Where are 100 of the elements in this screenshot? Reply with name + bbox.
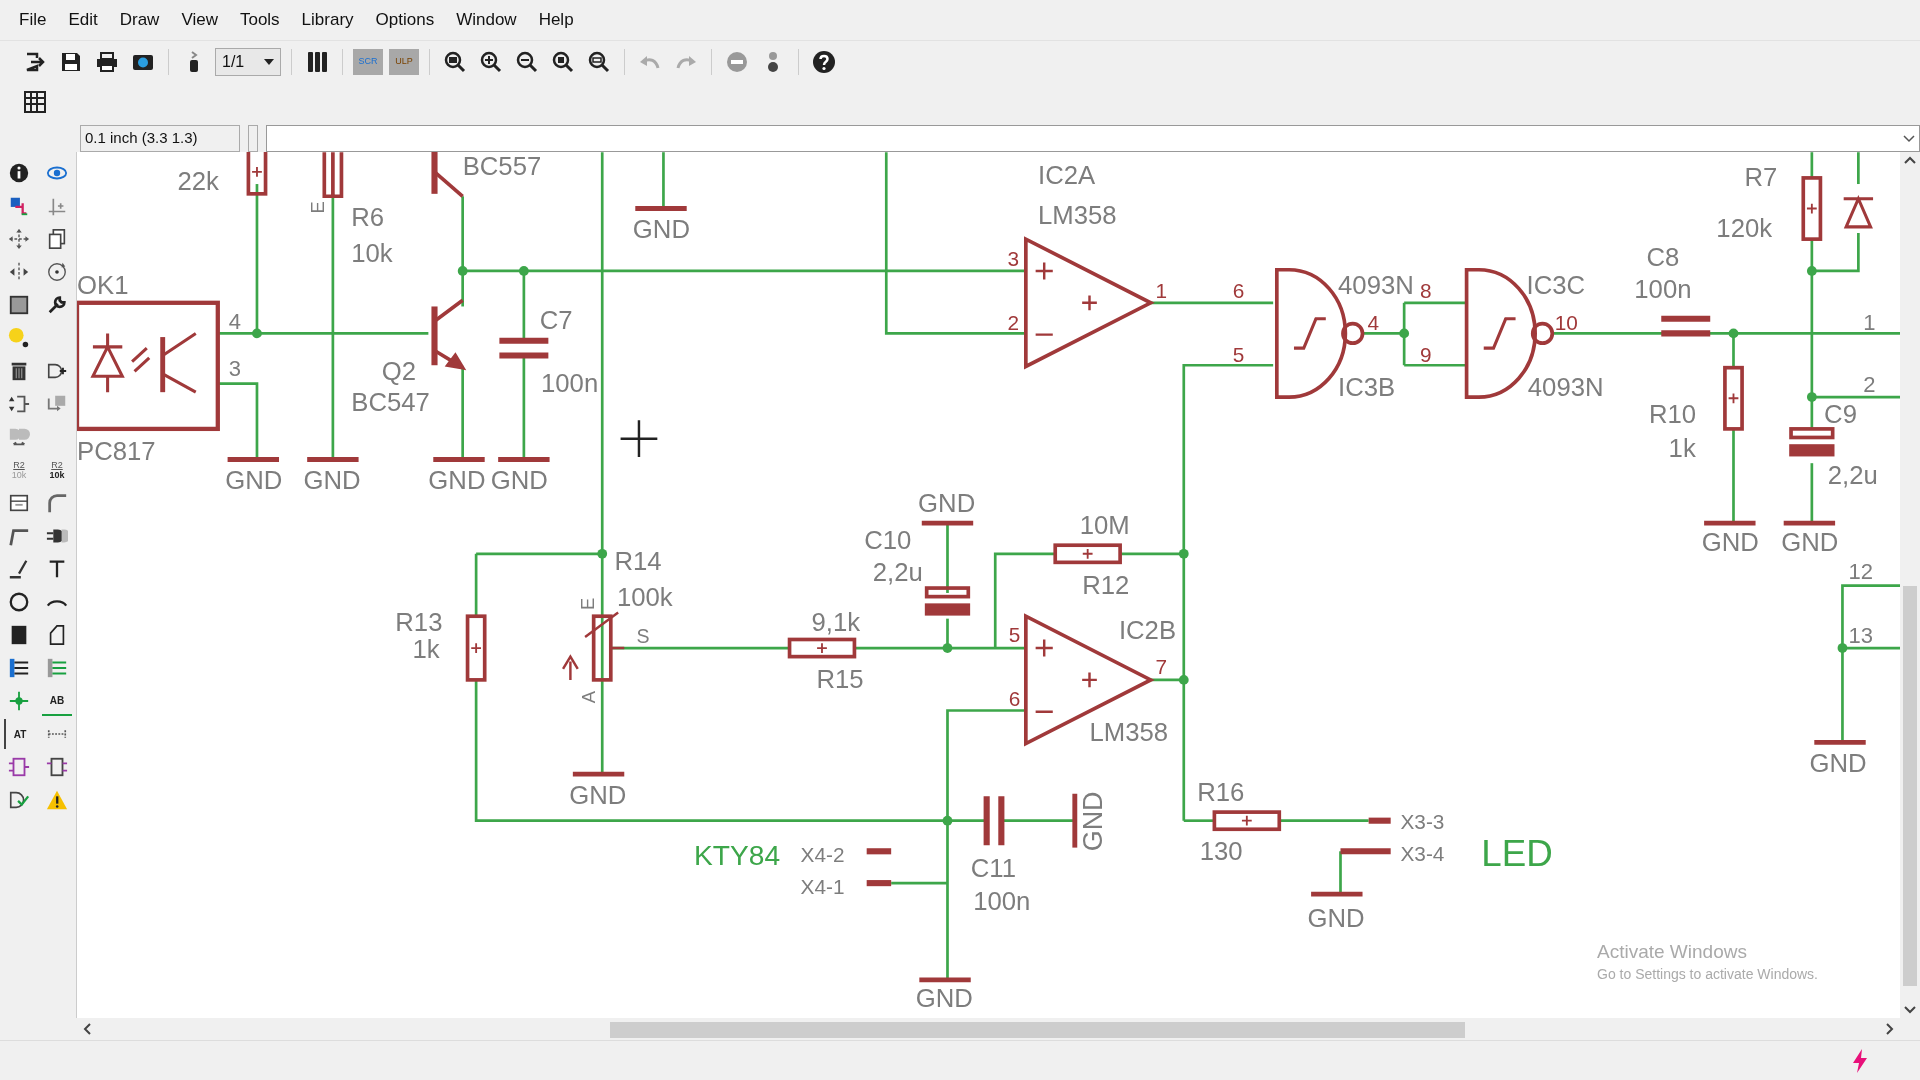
menu-item[interactable]: File xyxy=(10,3,56,37)
component-label: GND xyxy=(490,465,548,494)
ulp-button[interactable]: ULP xyxy=(389,48,419,75)
ground-symbol xyxy=(1311,891,1363,897)
junction-dot xyxy=(1178,675,1189,685)
pin-number: 2 xyxy=(1007,310,1020,334)
menu-item[interactable]: Window xyxy=(447,3,526,37)
scroll-right-icon[interactable] xyxy=(1886,1023,1894,1035)
component-label: 1 xyxy=(1863,309,1876,335)
component-label: X4-2 xyxy=(800,843,845,867)
menu-item[interactable]: Draw xyxy=(110,3,169,37)
component-label: R14 xyxy=(614,546,662,575)
component-label: 4093N xyxy=(1527,372,1604,401)
component-label: 100n xyxy=(973,887,1031,916)
component-label: C9 xyxy=(1824,399,1857,428)
status-field xyxy=(248,125,258,152)
activation-title: Activate Windows xyxy=(1597,940,1748,964)
junction-dot xyxy=(457,266,468,276)
junction-dot xyxy=(942,815,953,826)
sheet-dropdown[interactable]: 1/1 xyxy=(215,47,281,76)
component-label: C10 xyxy=(864,525,912,554)
caret-icon[interactable] xyxy=(264,58,274,65)
junction-dot xyxy=(942,643,953,653)
capacitor-symbol xyxy=(1789,427,1835,457)
scrollbar-thumb[interactable] xyxy=(610,1022,1465,1038)
component-label: R7 xyxy=(1744,163,1778,192)
component-label: C7 xyxy=(539,305,573,334)
component-label: 4 xyxy=(228,308,242,334)
value-button[interactable]: R2 10k xyxy=(42,455,72,485)
menu-item[interactable]: Library xyxy=(292,3,363,37)
component-label: C11 xyxy=(970,854,1016,882)
name-button[interactable]: R2 10k xyxy=(4,455,34,485)
wire xyxy=(1857,152,1860,185)
component-label: 12 xyxy=(1848,559,1874,585)
attribute-button[interactable]: AT xyxy=(4,719,34,749)
ground-symbol xyxy=(227,457,279,462)
coordinate-display: 0.1 inch (3.3 1.3) xyxy=(80,125,240,152)
resistor-symbol xyxy=(246,152,268,196)
component-label: 9,1k xyxy=(811,607,861,636)
wire xyxy=(946,523,949,593)
menu-item[interactable]: Tools xyxy=(230,3,289,37)
ground-symbol xyxy=(635,206,687,211)
resistor-symbol xyxy=(1723,365,1744,431)
scrollbar-thumb[interactable] xyxy=(1903,586,1917,986)
scroll-down-icon[interactable] xyxy=(1904,1006,1916,1014)
scroll-up-icon[interactable] xyxy=(1904,156,1916,164)
pin-number: 5 xyxy=(1008,622,1021,646)
pin-number: 5 xyxy=(1232,342,1245,366)
component-label: R10 xyxy=(1649,399,1697,428)
junction-dot xyxy=(252,328,262,339)
menu-item[interactable]: Edit xyxy=(59,3,107,37)
component-label: 4093N xyxy=(1338,271,1414,300)
resistor-symbol xyxy=(787,637,857,659)
lightning-icon[interactable] xyxy=(1850,1047,1870,1074)
component-label: E xyxy=(307,201,329,214)
ground-symbol xyxy=(572,771,625,777)
menu-item[interactable]: Help xyxy=(529,3,583,37)
pin-number: 1 xyxy=(1155,278,1168,302)
component-label: GND xyxy=(1307,904,1365,933)
component-label: GND xyxy=(428,465,486,494)
component-label: C8 xyxy=(1646,243,1680,272)
component-label: GND xyxy=(1077,791,1108,852)
component-label: 2,2u xyxy=(872,557,923,586)
net-label: KTY84 xyxy=(694,839,781,871)
component-label: 2 xyxy=(1863,372,1876,398)
component-label: 1k xyxy=(1668,434,1696,463)
ground-symbol xyxy=(1783,520,1836,526)
command-field[interactable] xyxy=(266,125,1920,152)
label-button[interactable]: AB xyxy=(42,686,72,716)
component-label: 100n xyxy=(541,369,599,398)
component-label: GND xyxy=(225,465,283,494)
net-label: LED xyxy=(1481,833,1553,874)
crosshair-cursor xyxy=(619,419,659,459)
chevron-down-icon[interactable] xyxy=(1903,134,1915,143)
component-label: E xyxy=(576,597,598,611)
component-label: 1k xyxy=(412,634,440,663)
scroll-left-icon[interactable] xyxy=(83,1023,91,1035)
ground-symbol xyxy=(1072,793,1078,848)
junction-dot xyxy=(1806,266,1817,276)
ground-symbol xyxy=(307,457,359,462)
component-label: R6 xyxy=(351,202,385,231)
component-label: LM358 xyxy=(1089,718,1169,747)
junction-dot xyxy=(1178,548,1189,559)
connector-pin xyxy=(1368,817,1391,824)
component-label: PC817 xyxy=(77,436,156,465)
menu-item[interactable]: View xyxy=(172,3,227,37)
ground-symbol xyxy=(1704,520,1756,526)
resistor-symbol xyxy=(322,152,344,199)
component-label: S xyxy=(636,625,650,648)
component-label: 100k xyxy=(616,583,673,612)
potentiometer-symbol xyxy=(561,611,626,682)
ground-symbol xyxy=(921,520,974,526)
wire xyxy=(662,152,665,209)
pin-number: 4 xyxy=(1367,310,1379,334)
component-label: GND xyxy=(632,214,690,243)
menu-item[interactable]: Options xyxy=(366,3,444,37)
component-label: 2,2u xyxy=(1827,461,1878,489)
activation-message: Go to Settings to activate Windows. xyxy=(1597,965,1818,984)
junction-dot xyxy=(519,266,529,276)
component-label: IC3B xyxy=(1338,372,1396,401)
